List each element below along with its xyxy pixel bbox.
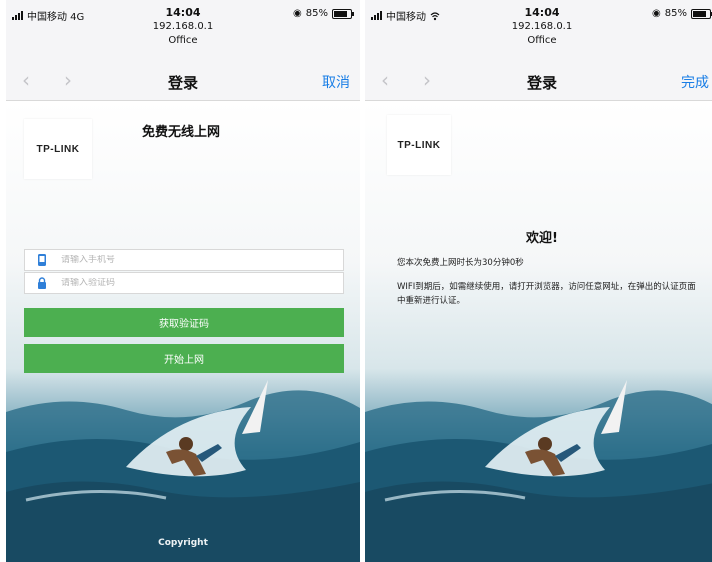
verification-code-input[interactable] [61, 278, 321, 288]
status-bar: 中国移动 14:04 192.168.0.1 Office ◉ 85% [365, 0, 712, 62]
copyright-text: Copyright [158, 538, 208, 548]
tp-link-logo: TP-LINK [24, 119, 92, 179]
portal-content: TP-LINK 免费无线上网 获取验证码 开始上网 Copyright [6, 101, 360, 562]
done-button[interactable]: 完成 [681, 72, 709, 92]
network-name: Office [527, 35, 557, 46]
battery-percent: 85% [664, 8, 687, 19]
right-status: ◉ 85% [293, 8, 354, 19]
welcome-title: 欢迎! [526, 231, 558, 246]
battery-fill [693, 10, 706, 17]
network-name: Office [168, 35, 198, 46]
battery-fill [334, 10, 347, 17]
session-duration-text: 您本次免费上网时长为30分钟0秒 [397, 258, 524, 268]
battery-icon [332, 8, 354, 19]
page-title: 登录 [526, 74, 557, 92]
alarm-icon: ◉ [652, 8, 661, 19]
battery-icon [691, 8, 712, 19]
surf-background [6, 380, 360, 562]
nav-bar: ‹ › 登录 取消 [6, 62, 360, 101]
portal-content: TP-LINK 欢迎! 您本次免费上网时长为30分钟0秒 WIFI到期后，如需继… [365, 101, 712, 562]
portal-heading: 免费无线上网 [142, 125, 221, 140]
phone-screen-login: 中国移动 4G 14:04 192.168.0.1 Office ◉ 85% ‹… [6, 0, 360, 562]
page-title: 登录 [167, 74, 198, 92]
tp-link-logo: TP-LINK [387, 115, 451, 175]
phone-icon [38, 254, 46, 266]
alarm-icon: ◉ [293, 8, 302, 19]
reauth-instructions: WIFI到期后，如需继续使用，请打开浏览器，访问任意网址，在弹出的认证页面中重新… [397, 282, 696, 306]
code-field-row[interactable] [24, 272, 344, 294]
nav-bar: ‹ › 登录 完成 [365, 62, 712, 101]
phone-input[interactable] [61, 255, 321, 265]
surf-background [365, 380, 712, 562]
battery-percent: 85% [305, 8, 328, 19]
phone-field-row[interactable] [24, 249, 344, 271]
status-bar: 中国移动 4G 14:04 192.168.0.1 Office ◉ 85% [6, 0, 360, 62]
cancel-button[interactable]: 取消 [322, 72, 350, 92]
start-internet-button[interactable]: 开始上网 [24, 344, 344, 373]
lock-icon [38, 277, 46, 289]
phone-screen-welcome: 中国移动 14:04 192.168.0.1 Office ◉ 85% ‹ › … [365, 0, 712, 562]
gateway-ip: 192.168.0.1 [152, 21, 214, 32]
right-status: ◉ 85% [652, 8, 712, 19]
gateway-ip: 192.168.0.1 [511, 21, 573, 32]
get-code-button[interactable]: 获取验证码 [24, 308, 344, 337]
